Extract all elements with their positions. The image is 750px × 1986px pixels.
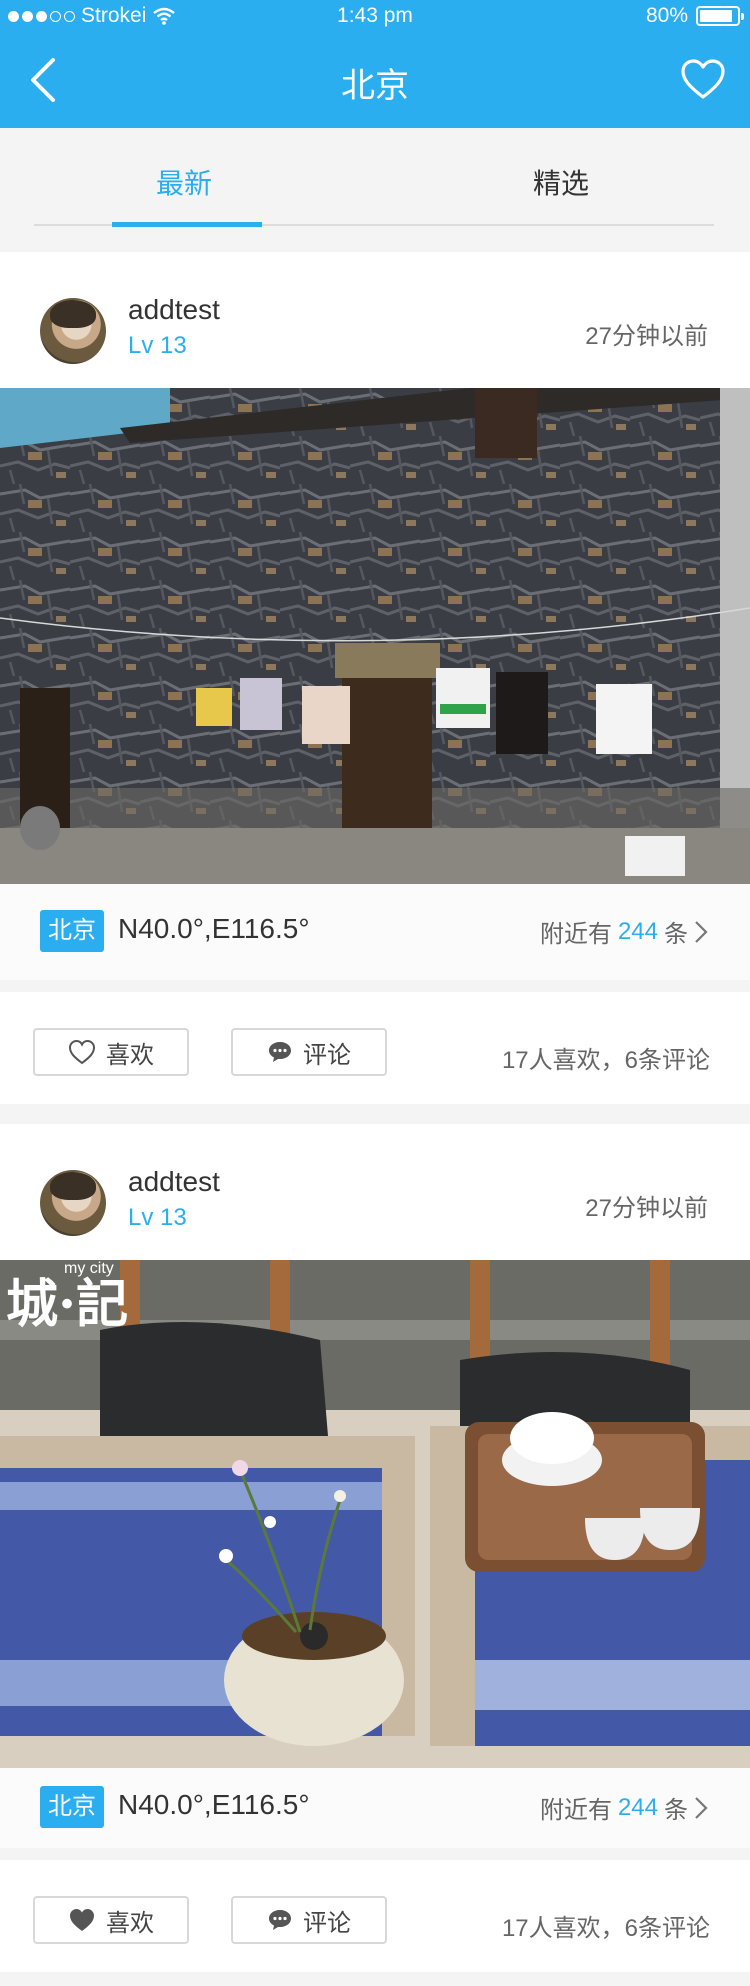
coordinates: N40.0°,E116.5° — [118, 913, 310, 944]
battery-percent: 80% — [645, 4, 688, 27]
top-bar: Strokei 1:43 pm 80% 北京 — [0, 0, 750, 128]
avatar[interactable] — [40, 1170, 106, 1236]
nearby-prefix: 附近有 — [539, 921, 612, 948]
nearby-suffix: 条 — [664, 921, 688, 948]
like-button[interactable]: 喜欢 — [33, 1896, 189, 1944]
comment-label: 评论 — [303, 1909, 351, 1937]
nav-bar: 北京 — [0, 32, 750, 128]
location-row: 北京 N40.0°,E116.5° 附近有 244 条 — [0, 1768, 750, 1848]
post-header: addtest Lv 13 27分钟以前 — [0, 252, 750, 388]
favorite-button[interactable] — [674, 50, 732, 108]
page-title: 北京 — [341, 67, 409, 105]
nearby-count: 244 — [617, 917, 658, 945]
status-time: 1:43 pm — [337, 4, 413, 27]
username[interactable]: addtest — [128, 1166, 220, 1198]
photo-watermark: 城·記 my city — [6, 1260, 129, 1337]
city-tag[interactable]: 北京 — [40, 1786, 104, 1828]
like-label: 喜欢 — [106, 1041, 154, 1069]
comment-label: 评论 — [303, 1041, 351, 1069]
stone-house-photo — [0, 388, 750, 884]
comment-button[interactable]: 评论 — [231, 1028, 387, 1076]
post-photo[interactable]: 城·記 my city — [0, 1260, 750, 1768]
chevron-right-icon — [695, 920, 708, 943]
action-row: 喜欢 评论 17人喜欢，6条评论 — [0, 992, 750, 1104]
nearby-prefix: 附近有 — [539, 1797, 612, 1824]
status-bar: Strokei 1:43 pm 80% — [0, 0, 750, 32]
avatar[interactable] — [40, 298, 106, 364]
coordinates: N40.0°,E116.5° — [118, 1789, 310, 1820]
comment-icon — [269, 1910, 291, 1930]
comment-icon — [269, 1042, 291, 1062]
post-stats: 17人喜欢，6条评论 — [501, 1915, 710, 1942]
divider — [0, 1848, 750, 1860]
nearby-link[interactable]: 附近有 244 条 — [540, 914, 708, 949]
username[interactable]: addtest — [128, 294, 220, 326]
divider — [0, 980, 750, 992]
watermark-main: 城·記 — [6, 1274, 129, 1335]
watermark-sub: my city — [64, 1260, 114, 1277]
post-header: addtest Lv 13 27分钟以前 — [0, 1124, 750, 1260]
post-time: 27分钟以前 — [585, 323, 708, 350]
tab-latest[interactable]: 最新 — [156, 162, 212, 202]
tab-featured[interactable]: 精选 — [533, 162, 589, 202]
chevron-right-icon — [695, 1796, 708, 1819]
comment-button[interactable]: 评论 — [231, 1896, 387, 1944]
user-level: Lv 13 — [128, 1204, 187, 1231]
battery-icon — [696, 6, 744, 26]
post-stats: 17人喜欢，6条评论 — [501, 1047, 710, 1074]
nearby-link[interactable]: 附近有 244 条 — [540, 1790, 708, 1825]
like-label: 喜欢 — [106, 1909, 154, 1937]
post-card: addtest Lv 13 27分钟以前 — [0, 1124, 750, 1972]
tab-bar: 最新 精选 — [0, 128, 750, 250]
heart-filled-icon — [70, 1909, 94, 1931]
action-row: 喜欢 评论 17人喜欢，6条评论 — [0, 1860, 750, 1972]
heart-icon — [681, 59, 725, 99]
location-row: 北京 N40.0°,E116.5° 附近有 244 条 — [0, 884, 750, 980]
nearby-suffix: 条 — [664, 1797, 688, 1824]
post-card: addtest Lv 13 27分钟以前 — [0, 252, 750, 1104]
status-right: 80% — [645, 4, 744, 28]
heart-outline-icon — [68, 1039, 96, 1065]
nearby-count: 244 — [617, 1793, 658, 1821]
like-button[interactable]: 喜欢 — [33, 1028, 189, 1076]
city-tag[interactable]: 北京 — [40, 910, 104, 952]
post-photo[interactable] — [0, 388, 750, 884]
post-time: 27分钟以前 — [585, 1195, 708, 1222]
active-tab-indicator — [112, 222, 262, 227]
user-level: Lv 13 — [128, 332, 187, 359]
